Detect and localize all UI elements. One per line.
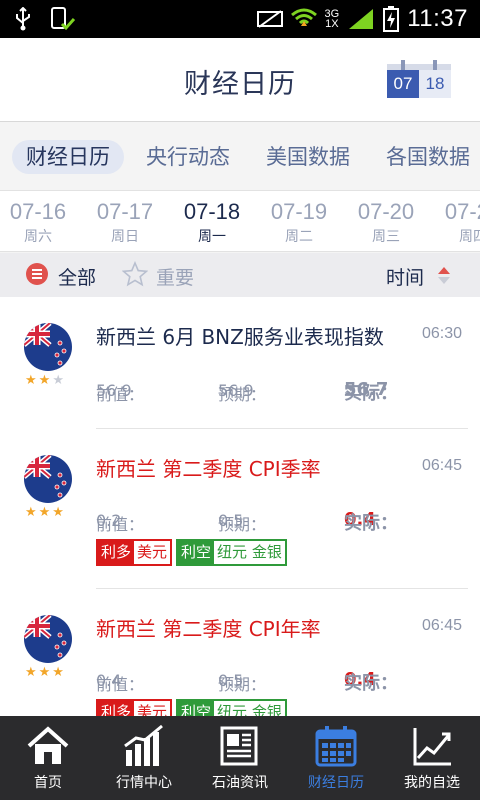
bottom-nav: 首页 行情中心 石油资讯 财经日历 我的自选 [0, 716, 480, 800]
date-item[interactable]: 07-17 周日 [90, 199, 160, 246]
wifi-icon [290, 8, 317, 26]
nav-home[interactable]: 首页 [0, 716, 96, 800]
event-time: 06:30 [421, 325, 462, 342]
calendar-icon: 07 18 [387, 70, 451, 98]
event-values: 前值： 0.2 预期： 0.5 实际： 0.4 [96, 509, 398, 534]
nz-flag-icon [24, 615, 72, 663]
bullish-tag: 利多 美元 [96, 699, 173, 716]
list-item[interactable]: ★★★ 新西兰 第二季度 CPI年率 06:45 前值： 0.4 预期： 0.5 实… [0, 589, 480, 716]
battery-charging-icon [383, 6, 400, 32]
event-title: 新西兰 第二季度 CPI年率 [96, 617, 321, 641]
event-values: 前值： 0.4 预期： 0.5 实际： 0.4 [96, 669, 398, 694]
filter-important[interactable]: 重要 [156, 263, 194, 290]
bullish-tag: 利多 美元 [96, 539, 173, 566]
tab-country-data[interactable]: 各国数据 [386, 140, 470, 174]
network-type: 3G 1X [324, 8, 340, 30]
bearish-tag: 利空 纽元 金银 [176, 699, 287, 716]
nz-flag-icon [24, 323, 72, 371]
date-item[interactable]: 07-19 周二 [264, 199, 334, 246]
filter-all[interactable]: 全部 [58, 263, 96, 290]
device-check-icon [51, 7, 76, 31]
app-header: 财经日历 07 18 [0, 38, 480, 122]
date-strip: 07-16 周六 07-17 周日 07-18 周一 07-19 周二 07-2… [0, 190, 480, 252]
usb-icon [16, 7, 30, 31]
signal-icon [349, 9, 374, 29]
importance-stars: ★★★ [25, 665, 66, 680]
mute-icon [256, 10, 283, 28]
date-item[interactable]: 07-20 周三 [351, 199, 421, 246]
home-icon [27, 726, 69, 764]
nav-my-watchlist[interactable]: 我的自选 [384, 716, 480, 800]
nav-oil-news[interactable]: 石油资讯 [192, 716, 288, 800]
sort-arrows-icon[interactable] [436, 264, 452, 286]
calendar-day: 18 [419, 70, 451, 98]
bearish-tag: 利空 纽元 金银 [176, 539, 287, 566]
calendar-picker-button[interactable]: 07 18 [387, 60, 451, 100]
importance-stars: ★★★ [25, 505, 66, 520]
date-item-selected[interactable]: 07-18 周一 [177, 199, 247, 246]
list-item[interactable]: ★★★ 新西兰 6月 BNZ服务业表现指数 06:30 前值： 56.9 预期： 5… [0, 297, 480, 429]
calendar-month: 07 [387, 70, 419, 98]
impact-tags: 利多 美元 利空 纽元 金银 [96, 539, 287, 566]
list-item[interactable]: ★★★ 新西兰 第二季度 CPI季率 06:45 前值： 0.2 预期： 0.5 实… [0, 429, 480, 589]
event-values: 前值： 56.9 预期： 56.9 实际： 56.7 [96, 379, 398, 404]
status-bar: 3G 1X 11:37 [0, 0, 480, 38]
trend-line-icon [413, 728, 451, 766]
tab-central-bank[interactable]: 央行动态 [146, 140, 230, 174]
clock: 11:37 [407, 5, 468, 32]
date-item[interactable]: 07-21 周四 [438, 199, 480, 246]
event-title: 新西兰 第二季度 CPI季率 [96, 457, 321, 481]
impact-tags: 利多 美元 利空 纽元 金银 [96, 699, 287, 716]
importance-stars: ★★★ [25, 373, 66, 388]
chart-bars-icon [124, 724, 163, 766]
date-item[interactable]: 07-16 周六 [3, 199, 73, 246]
tab-us-data[interactable]: 美国数据 [266, 140, 350, 174]
calendar-icon [315, 726, 357, 767]
tab-finance-calendar[interactable]: 财经日历 [12, 140, 124, 174]
nav-finance-calendar[interactable]: 财经日历 [288, 716, 384, 800]
event-list: ★★★ 新西兰 6月 BNZ服务业表现指数 06:30 前值： 56.9 预期： 5… [0, 297, 480, 716]
category-tabs: 财经日历 央行动态 美国数据 各国数据 [0, 130, 480, 188]
star-outline-icon[interactable] [122, 261, 148, 287]
list-icon[interactable] [26, 263, 48, 285]
event-title: 新西兰 6月 BNZ服务业表现指数 [96, 325, 384, 349]
event-time: 06:45 [421, 617, 462, 634]
sort-by-time[interactable]: 时间 [386, 263, 424, 290]
nav-market-center[interactable]: 行情中心 [96, 716, 192, 800]
filter-bar: 全部 重要 时间 [0, 253, 480, 297]
event-time: 06:45 [421, 457, 462, 474]
newspaper-icon [220, 726, 258, 766]
nz-flag-icon [24, 455, 72, 503]
